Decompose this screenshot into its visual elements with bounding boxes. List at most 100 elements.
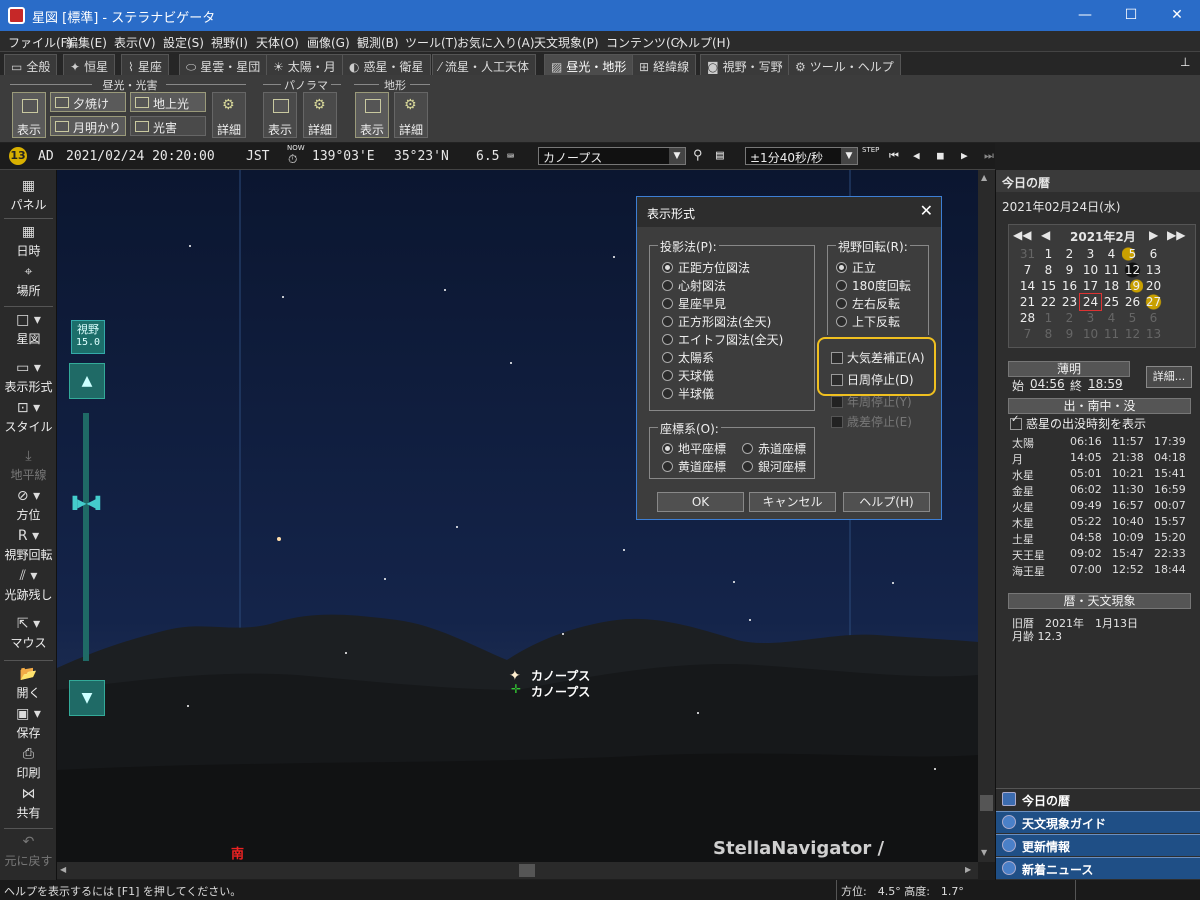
calendar-day[interactable]: 1 [1038,246,1059,262]
star[interactable] [187,705,189,707]
calendar-day[interactable]: 5 [1122,310,1143,326]
projection-option[interactable]: 正距方位図法 [658,259,750,276]
star[interactable] [277,537,281,541]
panorama-detail-button[interactable]: ⚙ 詳細 [303,92,337,138]
star[interactable] [189,245,191,247]
minimize-button[interactable]: — [1062,0,1108,31]
menu-view[interactable]: 表示(V) [114,34,156,51]
precession-stop-checkbox[interactable]: 歳差停止(E) [829,413,912,430]
zoom-in-button[interactable]: ▲ [69,363,105,399]
step-label[interactable]: STEP [862,146,879,154]
target-combo[interactable]: カノープス ▼ [538,147,686,165]
menu-tools[interactable]: ツール(T) [405,34,458,51]
cancel-button[interactable]: キャンセル [749,492,836,512]
latitude-display[interactable]: 35°23'N [394,149,449,164]
projection-option[interactable]: 心射図法 [658,277,726,294]
star[interactable] [613,256,615,258]
daylight-show-button[interactable]: 表示 [12,92,46,138]
scroll-thumb[interactable] [980,795,993,811]
calendar-day[interactable]: 25 [1101,294,1122,310]
zoom-slider-track[interactable] [83,413,89,661]
scroll-thumb[interactable] [519,864,535,877]
star[interactable] [749,619,751,621]
calendar-day[interactable]: 7 [1017,262,1038,278]
zoom-slider-handle[interactable]: ▐▶◀▌ [68,496,105,510]
menu-favorites[interactable]: お気に入り(A) [457,34,535,51]
calendar-day[interactable]: 27 [1143,294,1164,310]
print-button[interactable]: ⎙ 印刷 [0,746,57,781]
step-combo[interactable]: ±1分40秒/秒 ▼ [745,147,858,165]
close-button[interactable]: ✕ [1154,0,1200,31]
rotation-option[interactable]: 正立 [832,259,876,276]
star[interactable] [562,633,564,635]
menu-observe[interactable]: 観測(B) [357,34,399,51]
pin-icon[interactable]: ⊥ [1180,55,1190,69]
star[interactable] [444,289,446,291]
coordinate-option[interactable]: 赤道座標 [738,440,806,457]
nav-updates[interactable]: 更新情報 [996,834,1200,856]
list-icon[interactable]: ▤ [716,148,724,163]
next-month-icon[interactable]: ▶ [1149,228,1158,242]
calendar-day[interactable]: 11 [1101,326,1122,342]
panorama-show-button[interactable]: 表示 [263,92,297,138]
calendar-day[interactable]: 13 [1143,262,1164,278]
nav-phenomena-guide[interactable]: 天文現象ガイド [996,811,1200,833]
tab-constellations[interactable]: ⌇ 星座 [121,54,169,75]
help-button[interactable]: ヘルプ(H) [843,492,930,512]
calendar-day[interactable]: 8 [1038,326,1059,342]
calendar-day[interactable]: 28 [1017,310,1038,326]
ground-light-button[interactable]: 地上光 [130,92,206,112]
tab-tools-help[interactable]: ⚙ ツール・ヘルプ [788,54,901,75]
star[interactable] [384,578,386,580]
scroll-up-icon[interactable]: ▲ [981,173,987,182]
canopus-label[interactable]: カノープス [531,667,590,684]
calendar-day[interactable]: 4 [1101,246,1122,262]
tab-meteors[interactable]: ⁄ 流星・人工天体 [432,54,537,75]
share-button[interactable]: ⋈ 共有 [0,786,57,821]
fov-rotation-button[interactable]: R ▾ 視野回転 [0,528,57,563]
panel-button[interactable]: ▦ パネル [0,178,57,213]
calendar-day[interactable]: 5 [1122,246,1143,262]
moonlight-button[interactable]: 月明かり [50,116,126,136]
tab-planets[interactable]: ◐ 惑星・衛星 [342,54,431,75]
tab-fov[interactable]: ◙ 視野・写野 [700,54,790,75]
open-button[interactable]: 📂 開く [0,666,57,701]
undo-button[interactable]: ↶ 元に戻す [0,834,57,869]
calendar-day[interactable]: 9 [1059,262,1080,278]
calendar-day[interactable]: 13 [1143,326,1164,342]
stop-icon[interactable]: ■ [937,149,944,162]
skip-forward-icon[interactable]: ⏭ [984,149,994,163]
calendar-day[interactable]: 11 [1101,262,1122,278]
keyboard-icon[interactable]: ⌨ [507,149,514,163]
calendar-day[interactable]: 14 [1017,278,1038,294]
prev-month-icon[interactable]: ◀ [1041,228,1050,242]
starmap-button[interactable]: □ ▾ 星図 [0,312,57,347]
calendar-day[interactable]: 6 [1143,310,1164,326]
calendar-day[interactable]: 7 [1017,326,1038,342]
rotation-option[interactable]: 左右反転 [832,295,900,312]
menu-contents[interactable]: コンテンツ(C) [606,34,684,51]
star[interactable] [623,549,625,551]
terrain-show-button[interactable]: 表示 [355,92,389,138]
fov-indicator[interactable]: 視野 15.0 [71,320,105,354]
calendar-day[interactable]: 9 [1059,326,1080,342]
location-button[interactable]: ⌖ 場所 [0,264,57,299]
calendar-day[interactable]: 1 [1038,310,1059,326]
calendar-day-today[interactable]: 24 [1079,293,1102,311]
scroll-down-icon[interactable]: ▼ [981,848,987,857]
calendar-day[interactable]: 12 [1122,262,1143,278]
nav-news[interactable]: 新着ニュース [996,857,1200,879]
search-icon[interactable]: ⚲ [693,148,703,163]
projection-option[interactable]: 正方形図法(全天) [658,313,771,330]
tab-nebula[interactable]: ⬭ 星雲・星団 [179,54,268,75]
datetime-display[interactable]: 2021/02/24 20:20:00 [66,149,215,164]
daylight-detail-button[interactable]: ⚙ 詳細 [212,92,246,138]
star[interactable] [934,768,936,770]
calendar-day[interactable]: 18 [1101,278,1122,294]
tab-stars[interactable]: ✦ 恒星 [63,54,116,75]
star[interactable] [345,652,347,654]
style-button[interactable]: ⊡ ▾ スタイル [0,400,57,435]
tab-sun-moon[interactable]: ☀ 太陽・月 [266,54,343,75]
display-format-button[interactable]: ▭ ▾ 表示形式 [0,360,57,395]
rotation-option[interactable]: 上下反転 [832,313,900,330]
